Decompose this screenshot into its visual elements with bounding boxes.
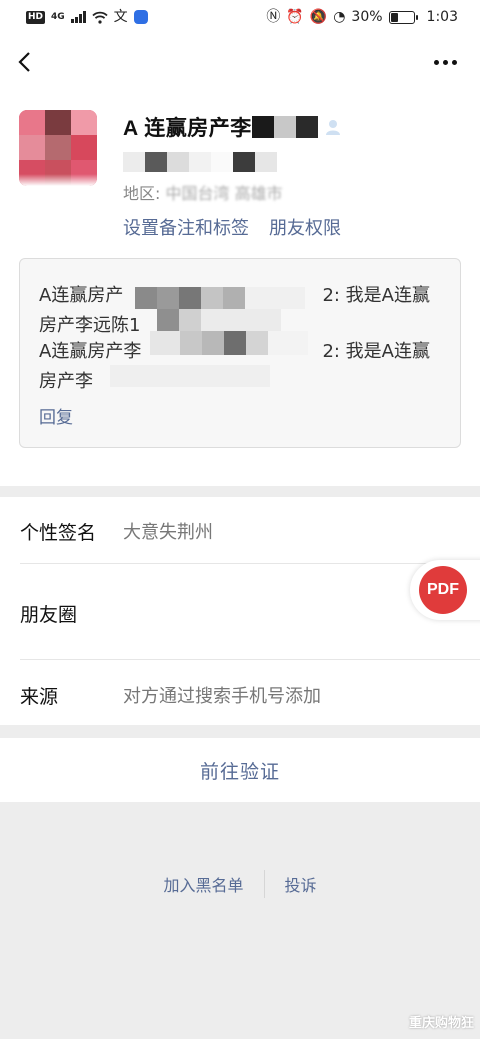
pdf-floating-button[interactable]: PDF	[410, 560, 480, 620]
pdf-icon: PDF	[419, 566, 467, 614]
moments-preview-card[interactable]: A连赢房产 2: 我是A连赢 房产李远陈1 A连赢房产李 2: 我是A连赢 房产…	[19, 258, 461, 448]
mosaic-block	[245, 287, 305, 309]
mosaic-block	[157, 287, 179, 309]
reply-link[interactable]: 回复	[39, 403, 73, 428]
profile-section: A 连赢房产李 地区: 中国台湾 高雄市 设置备注和标签 朋友权限 A连赢房产 …	[0, 34, 480, 486]
back-icon[interactable]	[14, 50, 38, 74]
mosaic-block	[179, 309, 201, 331]
friend-permission-link[interactable]: 朋友权限	[269, 214, 341, 240]
contact-name-row: A 连赢房产李	[123, 112, 342, 142]
moments-line: 房产李	[39, 371, 93, 392]
mosaic-block	[202, 331, 224, 355]
mosaic-block	[157, 309, 179, 331]
signature-label: 个性签名	[20, 521, 97, 544]
mosaic-block	[201, 309, 281, 331]
divider	[20, 659, 480, 660]
nfc-icon: Ⓝ	[266, 9, 281, 25]
source-value: 对方通过搜索手机号添加	[123, 686, 321, 707]
source-label: 来源	[20, 685, 59, 708]
region-value: 中国台湾 高雄市	[165, 184, 283, 203]
person-icon	[325, 120, 340, 135]
source-row: 来源 对方通过搜索手机号添加	[0, 677, 480, 713]
moments-label: 朋友圈	[20, 603, 78, 626]
region-label: 地区:	[123, 184, 161, 203]
moments-line: 2: 我是A连赢	[322, 285, 430, 306]
battery-icon	[388, 10, 418, 24]
mosaic-block	[150, 331, 180, 355]
region: 地区: 中国台湾 高雄市	[123, 180, 283, 204]
set-remark-link[interactable]: 设置备注和标签	[123, 214, 249, 240]
mosaic-block	[246, 331, 268, 355]
wechat-id-mosaic	[123, 152, 277, 172]
language-icon: 文	[113, 9, 128, 25]
blacklist-link[interactable]: 加入黑名单	[143, 872, 263, 896]
app-notification-icon	[133, 10, 148, 24]
hd-badge: HD	[26, 10, 46, 24]
profile-actions: 设置备注和标签 朋友权限	[123, 214, 341, 240]
mosaic-block	[135, 287, 157, 309]
moments-line: 房产李远陈1	[39, 315, 141, 336]
moments-line: A连赢房产李	[39, 341, 142, 362]
speed-icon: ◔	[333, 9, 346, 25]
divider	[20, 563, 480, 564]
mosaic-block	[201, 287, 223, 309]
mosaic-block	[179, 287, 201, 309]
moments-line: 2: 我是A连赢	[322, 341, 430, 362]
mosaic-block	[180, 331, 202, 355]
avatar[interactable]	[19, 110, 97, 186]
mosaic-block	[268, 331, 308, 355]
network-type: 4G	[51, 12, 65, 22]
status-bar: HD 4G 文 Ⓝ ⏰ 🔕 ◔ 30% 1:03	[0, 0, 480, 34]
moments-row[interactable]: 朋友圈	[0, 593, 480, 633]
verify-section: 前往验证	[0, 738, 480, 802]
mute-icon: 🔕	[309, 9, 328, 25]
signal-icon	[70, 11, 86, 23]
name-mosaic	[251, 116, 318, 138]
mosaic-block	[223, 287, 245, 309]
alarm-icon: ⏰	[286, 9, 304, 25]
mosaic-block	[224, 331, 246, 355]
battery-percent: 30%	[351, 9, 383, 25]
watermark: 重庆购物狂	[408, 1016, 474, 1031]
signature-value: 大意失荆州	[123, 522, 213, 543]
more-icon[interactable]	[434, 54, 460, 70]
clock: 1:03	[426, 9, 458, 25]
info-section: 个性签名 大意失荆州 朋友圈 来源 对方通过搜索手机号添加	[0, 497, 480, 725]
verify-button[interactable]: 前往验证	[200, 757, 280, 784]
report-link[interactable]: 投诉	[265, 872, 337, 896]
moments-line: A连赢房产	[39, 285, 124, 306]
wifi-icon	[92, 11, 108, 24]
contact-name: A 连赢房产李	[123, 117, 252, 140]
bottom-actions: 加入黑名单 投诉	[0, 870, 480, 898]
signature-row: 个性签名 大意失荆州	[0, 513, 480, 549]
mosaic-block	[110, 365, 270, 387]
